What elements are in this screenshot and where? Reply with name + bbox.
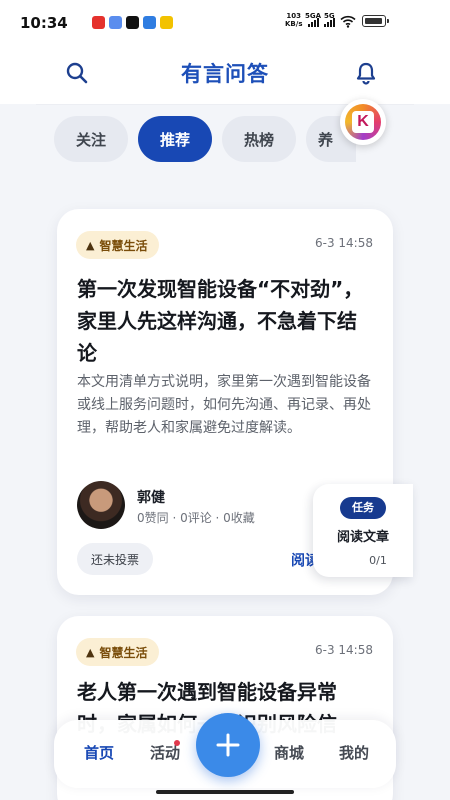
notification-app-icons [92, 16, 173, 29]
nav-profile[interactable]: 我的 [339, 742, 369, 763]
article-title[interactable]: 第一次发现智能设备“不对劲”，家里人先这样沟通，不急着下结论 [77, 273, 367, 369]
author-name[interactable]: 郭健 [137, 487, 165, 507]
vote-button[interactable]: 还未投票 [77, 543, 154, 575]
wifi-icon [340, 15, 356, 28]
bell-icon[interactable] [353, 60, 379, 86]
tag-icon: ▲ [86, 238, 95, 252]
page-title: 有言问答 [181, 62, 269, 86]
status-time: 10:34 [20, 14, 68, 32]
task-label: 阅读文章 [336, 530, 389, 545]
nav-mall[interactable]: 商城 [274, 742, 304, 763]
tab-recommend[interactable]: 推荐 [138, 116, 213, 162]
floating-app-logo[interactable]: K [340, 99, 386, 145]
app-notification-icon [143, 16, 156, 29]
article-stats: 0赞同 · 0评论 · 0收藏 [137, 511, 255, 525]
activity-badge-dot [174, 740, 180, 746]
home-indicator [156, 790, 294, 794]
avatar[interactable] [77, 481, 125, 529]
category-tag: ▲ 智慧生活 [76, 638, 160, 666]
battery-icon [362, 15, 389, 27]
create-post-button[interactable] [196, 713, 260, 777]
app-notification-icon [126, 16, 139, 29]
tag-icon: ▲ [86, 645, 95, 659]
net-speed: 103 KB/s [285, 12, 303, 28]
signal-icon [308, 18, 319, 27]
category-tag-label: 智慧生活 [99, 645, 148, 660]
task-badge: 任务 [340, 497, 386, 519]
status-bar: 10:34 103 KB/s 5GA 5G [0, 0, 450, 44]
article-date: 6-3 14:58 [315, 236, 373, 250]
app-notification-icon [109, 16, 122, 29]
tab-follow[interactable]: 关注 [54, 116, 129, 162]
nav-home[interactable]: 首页 [84, 742, 114, 763]
category-tag: ▲ 智慧生活 [76, 231, 160, 259]
plus-icon [216, 733, 240, 757]
category-tag-label: 智慧生活 [99, 238, 148, 253]
app-notification-icon [160, 16, 173, 29]
category-tabs: 关注 推荐 热榜 养 [54, 116, 357, 162]
app-header: 有言问答 [0, 44, 450, 104]
article-summary: 本文用清单方式说明，家里第一次遇到智能设备或线上服务问题时，如何先沟通、再记录、… [77, 374, 371, 436]
task-progress: 0/1 [369, 554, 387, 567]
app-notification-icon [92, 16, 105, 29]
signal-icon [324, 18, 335, 27]
k-logo-icon: K [345, 104, 381, 140]
tab-hot[interactable]: 热榜 [222, 116, 297, 162]
article-date: 6-3 14:58 [315, 643, 373, 657]
task-widget[interactable]: 任务 阅读文章 0/1 [313, 484, 413, 577]
